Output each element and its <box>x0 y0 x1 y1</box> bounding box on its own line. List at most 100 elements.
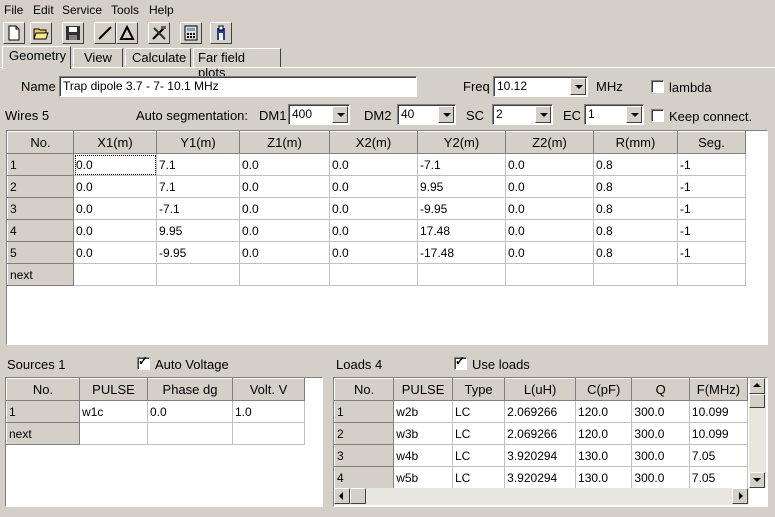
loads-horizontal-scrollbar[interactable] <box>334 488 749 505</box>
table-cell[interactable]: -1 <box>677 175 746 198</box>
keep-connect-checkbox[interactable] <box>651 109 664 122</box>
use-loads-checkbox[interactable] <box>454 354 467 370</box>
sources-col-header[interactable]: PULSE <box>79 378 148 401</box>
scroll-right-icon[interactable] <box>732 488 748 504</box>
row-header[interactable]: 3 <box>7 197 74 220</box>
table-cell[interactable]: 0.0 <box>505 197 594 220</box>
table-cell[interactable] <box>239 263 330 286</box>
line-tool-button[interactable] <box>94 22 116 44</box>
auto-voltage-checkbox[interactable] <box>137 354 150 370</box>
chevron-down-icon[interactable] <box>332 106 348 123</box>
loads-col-header[interactable]: Q <box>631 378 690 401</box>
antenna-button[interactable] <box>210 22 232 44</box>
table-cell[interactable]: 0.0 <box>73 241 157 264</box>
loads-col-header[interactable]: Type <box>451 378 506 401</box>
loads-col-header[interactable]: PULSE <box>393 378 453 401</box>
table-cell[interactable]: -17.48 <box>417 241 506 264</box>
table-cell[interactable]: 0.0 <box>239 175 330 198</box>
table-cell[interactable]: 300.0 <box>631 466 690 488</box>
row-header[interactable]: 5 <box>7 241 74 264</box>
table-cell[interactable]: -9.95 <box>156 241 240 264</box>
table-cell[interactable]: 0.0 <box>73 153 157 176</box>
table-cell[interactable]: LC <box>452 422 506 445</box>
table-cell[interactable] <box>73 263 157 286</box>
table-cell[interactable]: 120.0 <box>575 422 633 445</box>
table-cell[interactable]: LC <box>452 400 506 423</box>
table-cell[interactable]: 0.0 <box>147 400 233 423</box>
save-button[interactable] <box>62 22 84 44</box>
table-cell[interactable]: w2b <box>393 400 453 423</box>
table-cell[interactable]: 9.95 <box>417 175 506 198</box>
menu-edit[interactable]: Edit <box>33 3 54 17</box>
table-cell[interactable]: 300.0 <box>631 400 690 423</box>
tab-calculate[interactable]: Calculate <box>125 48 191 68</box>
table-cell[interactable]: 0.8 <box>593 219 678 242</box>
tab-geometry[interactable]: Geometry <box>2 46 71 69</box>
table-cell[interactable]: w5b <box>393 466 453 488</box>
table-cell[interactable] <box>232 422 305 445</box>
tab-far-field-plots[interactable]: Far field plots <box>193 48 281 80</box>
table-cell[interactable]: 0.0 <box>73 175 157 198</box>
wires-col-header[interactable]: Z1(m) <box>239 131 330 154</box>
loads-col-header[interactable]: No. <box>334 378 395 401</box>
table-cell[interactable]: 0.0 <box>329 175 418 198</box>
menu-help[interactable]: Help <box>149 3 174 17</box>
table-cell[interactable]: 3.920294 <box>504 444 577 467</box>
table-cell[interactable]: 0.0 <box>73 219 157 242</box>
wires-col-header[interactable]: R(mm) <box>593 131 678 154</box>
menu-file[interactable]: File <box>4 3 23 17</box>
table-cell[interactable]: -7.1 <box>156 197 240 220</box>
table-cell[interactable]: w1c <box>79 400 148 423</box>
table-cell[interactable]: 130.0 <box>575 466 633 488</box>
row-header[interactable]: 2 <box>334 422 395 445</box>
dm2-select[interactable]: 40 <box>397 104 456 125</box>
menu-tools[interactable]: Tools <box>111 3 139 17</box>
wires-col-header[interactable]: Z2(m) <box>505 131 594 154</box>
table-cell[interactable]: 1.0 <box>232 400 305 423</box>
wires-col-header[interactable]: X2(m) <box>329 131 418 154</box>
calculator-button[interactable] <box>180 22 202 44</box>
table-cell[interactable]: w3b <box>393 422 453 445</box>
chevron-down-icon[interactable] <box>535 106 551 123</box>
table-cell[interactable]: -1 <box>677 219 746 242</box>
table-cell[interactable]: 17.48 <box>417 219 506 242</box>
ec-select[interactable]: 1 <box>584 104 644 125</box>
table-cell[interactable]: 9.95 <box>156 219 240 242</box>
row-header[interactable]: 2 <box>7 175 74 198</box>
sources-col-header[interactable]: Volt. V <box>232 378 305 401</box>
table-cell[interactable]: 0.0 <box>505 153 594 176</box>
table-cell[interactable]: 130.0 <box>575 444 633 467</box>
table-cell[interactable]: -1 <box>677 241 746 264</box>
sc-select[interactable]: 2 <box>492 104 553 125</box>
table-cell[interactable] <box>156 263 240 286</box>
chevron-down-icon[interactable] <box>438 106 454 123</box>
tools-button[interactable] <box>148 22 170 44</box>
table-cell[interactable]: 2.069266 <box>504 400 577 423</box>
table-cell[interactable]: -7.1 <box>417 153 506 176</box>
table-cell[interactable] <box>677 263 746 286</box>
table-cell[interactable]: 0.0 <box>505 219 594 242</box>
table-cell[interactable]: 0.0 <box>239 219 330 242</box>
table-cell[interactable]: 0.0 <box>239 197 330 220</box>
table-cell[interactable]: 7.1 <box>156 153 240 176</box>
sources-col-header[interactable]: Phase dg <box>147 378 233 401</box>
table-cell[interactable]: 300.0 <box>631 422 690 445</box>
table-cell[interactable] <box>505 263 594 286</box>
table-cell[interactable] <box>593 263 678 286</box>
tab-view[interactable]: View <box>73 48 123 68</box>
table-cell[interactable] <box>417 263 506 286</box>
row-header[interactable]: 4 <box>334 466 395 488</box>
table-cell[interactable]: w4b <box>393 444 453 467</box>
table-cell[interactable] <box>329 263 418 286</box>
table-cell[interactable]: 0.0 <box>73 197 157 220</box>
table-cell[interactable]: 0.0 <box>505 241 594 264</box>
open-button[interactable] <box>30 22 52 44</box>
table-cell[interactable]: 0.8 <box>593 241 678 264</box>
menu-service[interactable]: Service <box>62 3 102 17</box>
scroll-thumb[interactable] <box>749 394 765 408</box>
wires-col-header[interactable]: Y2(m) <box>417 131 506 154</box>
triangle-tool-button[interactable] <box>116 22 138 44</box>
table-cell[interactable]: 120.0 <box>575 400 633 423</box>
freq-select[interactable]: 10.12 <box>493 76 588 97</box>
table-cell[interactable]: -1 <box>677 153 746 176</box>
